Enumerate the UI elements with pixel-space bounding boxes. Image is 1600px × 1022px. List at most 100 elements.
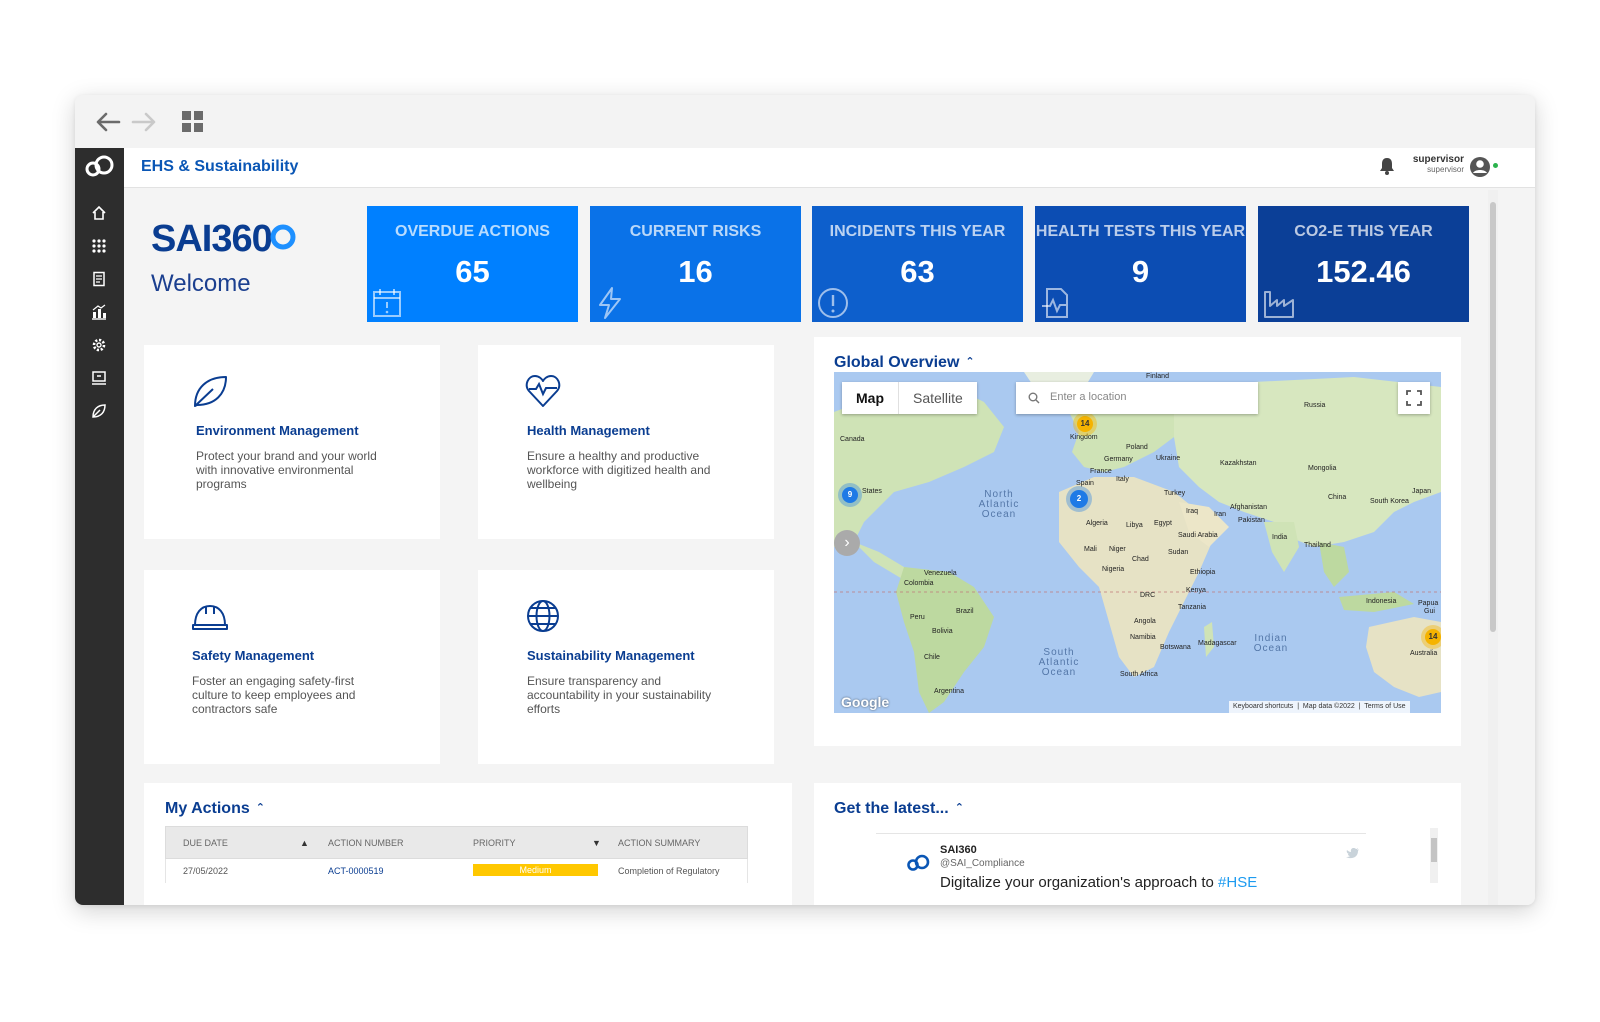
home-icon[interactable] <box>88 202 110 224</box>
tweet[interactable]: SAI360 @SAI_Compliance Digitalize your o… <box>876 833 1366 891</box>
safety-management-card[interactable]: Safety Management Foster an engaging saf… <box>144 570 440 764</box>
map-label: Turkey <box>1164 490 1186 497</box>
map-label: Niger <box>1109 546 1126 553</box>
map-cluster-marker[interactable]: 2 <box>1070 490 1088 508</box>
user-info[interactable]: supervisor supervisor <box>1409 154 1464 174</box>
browser-toolbar <box>75 95 1535 148</box>
map-cluster-marker[interactable]: 14 <box>1077 416 1093 432</box>
avatar-icon[interactable] <box>1469 156 1491 183</box>
module-title: Health Management <box>527 423 650 438</box>
kpi-value: 65 <box>455 254 490 289</box>
priority-badge: Medium <box>473 864 598 876</box>
module-title: Environment Management <box>196 423 359 438</box>
hard-hat-icon <box>191 597 229 635</box>
svg-text:SAI360: SAI360 <box>151 218 272 259</box>
map-label: Ethiopia <box>1190 569 1216 576</box>
app-title: EHS & Sustainability <box>141 158 299 175</box>
exclamation-circle-icon <box>816 286 850 320</box>
kpi-label: HEALTH TESTS THIS YEAR <box>1035 223 1246 240</box>
notification-bell-icon[interactable] <box>1378 156 1396 181</box>
column-header[interactable]: ACTION NUMBER <box>328 838 404 848</box>
tweet-scrollbar[interactable] <box>1430 828 1438 883</box>
map-cluster-marker[interactable]: 14 <box>1425 629 1441 645</box>
sai-avatar-icon <box>905 854 931 877</box>
map-label: Russia <box>1304 402 1326 409</box>
google-watermark: Google <box>841 694 890 710</box>
fullscreen-icon[interactable] <box>1398 382 1430 414</box>
map-label: Indonesia <box>1366 598 1397 605</box>
sort-asc-icon[interactable]: ▲ <box>300 838 309 848</box>
my-actions-title[interactable]: My Actions ⌃ <box>165 800 265 818</box>
column-header[interactable]: PRIORITY <box>473 838 516 848</box>
scrollbar-thumb[interactable] <box>1431 838 1437 862</box>
chevron-right-icon[interactable]: › <box>834 530 860 556</box>
map-land <box>834 372 1441 713</box>
map-label: Bolivia <box>932 628 953 635</box>
map-label: Thailand <box>1304 542 1331 549</box>
map-label: Chile <box>924 654 940 661</box>
actions-table: DUE DATE ▲ ACTION NUMBER PRIORITY ▼ ACTI… <box>165 826 748 883</box>
sidebar <box>75 148 124 905</box>
report-icon[interactable] <box>88 268 110 290</box>
global-overview-title[interactable]: Global Overview ⌃ <box>834 354 975 372</box>
global-overview-panel: Global Overview ⌃ North Atlantic Ocean S… <box>814 337 1461 746</box>
map-label: Poland <box>1126 444 1148 451</box>
get-the-latest-panel: Get the latest... ⌃ SAI360 @SAI_Complianc… <box>814 783 1461 905</box>
map-label: Saudi Arabia <box>1178 532 1218 539</box>
world-map[interactable]: North Atlantic Ocean South Atlantic Ocea… <box>834 372 1441 713</box>
location-search-input[interactable]: Enter a location <box>1016 382 1258 414</box>
back-arrow-icon[interactable] <box>95 109 121 135</box>
page-scrollbar[interactable] <box>1488 190 1498 905</box>
module-description: Ensure a healthy and productive workforc… <box>527 449 711 491</box>
settings-gear-icon[interactable] <box>88 334 110 356</box>
apps-icon[interactable] <box>88 235 110 257</box>
brand-logo: SAI360 <box>151 217 301 264</box>
hashtag-link[interactable]: #HSE <box>1218 874 1257 891</box>
kpi-overdue-actions[interactable]: OVERDUE ACTIONS 65 <box>367 206 578 322</box>
column-header[interactable]: DUE DATE <box>183 838 228 848</box>
tweet-text: Digitalize your organization's approach … <box>940 874 1258 891</box>
tweet-handle[interactable]: @SAI_Compliance <box>940 858 1025 869</box>
get-the-latest-title[interactable]: Get the latest... ⌃ <box>834 800 964 818</box>
forward-arrow-icon[interactable] <box>131 109 157 135</box>
twitter-bird-icon[interactable] <box>1346 846 1360 864</box>
app-header: EHS & Sustainability supervisor supervis… <box>124 148 1535 188</box>
collapse-chevron-icon[interactable]: ⌃ <box>256 802 265 814</box>
map-cluster-marker[interactable]: 9 <box>842 487 858 503</box>
action-number-link[interactable]: ACT-0000519 <box>328 866 384 876</box>
kpi-health-tests-this-year[interactable]: HEALTH TESTS THIS YEAR 9 <box>1035 206 1246 322</box>
terms-link[interactable]: Terms of Use <box>1364 703 1405 710</box>
environment-management-card[interactable]: Environment Management Protect your bran… <box>144 345 440 539</box>
leaf-icon <box>191 372 229 410</box>
apps-grid-icon[interactable] <box>180 109 206 135</box>
collapse-chevron-icon[interactable]: ⌃ <box>955 802 964 814</box>
map-label: Finland <box>1146 373 1169 380</box>
map-label: Japan <box>1412 488 1432 495</box>
column-header[interactable]: ACTION SUMMARY <box>618 838 700 848</box>
map-tab[interactable]: Map <box>842 382 898 414</box>
monitor-icon[interactable] <box>88 367 110 389</box>
map-label: Mongolia <box>1308 465 1337 472</box>
tweet-account[interactable]: SAI360 <box>940 844 977 856</box>
leaf-nav-icon[interactable] <box>88 400 110 422</box>
ocean-label: Indian Ocean <box>1253 633 1289 654</box>
satellite-tab[interactable]: Satellite <box>898 382 977 414</box>
health-management-card[interactable]: Health Management Ensure a healthy and p… <box>478 345 774 539</box>
keyboard-shortcuts-link[interactable]: Keyboard shortcuts <box>1233 703 1293 710</box>
table-row[interactable]: 27/05/2022 ACT-0000519 Medium Completion… <box>165 859 748 883</box>
kpi-incidents-this-year[interactable]: INCIDENTS THIS YEAR 63 <box>812 206 1023 322</box>
analytics-icon[interactable] <box>88 301 110 323</box>
map-label: Namibia <box>1130 634 1156 641</box>
map-label: Venezuela <box>924 570 957 577</box>
sai-logo-icon[interactable] <box>82 154 116 180</box>
sustainability-management-card[interactable]: Sustainability Management Ensure transpa… <box>478 570 774 764</box>
sort-desc-icon[interactable]: ▼ <box>592 838 601 848</box>
kpi-co2e-this-year[interactable]: CO2-E THIS YEAR 152.46 <box>1258 206 1469 322</box>
collapse-chevron-icon[interactable]: ⌃ <box>965 356 974 368</box>
scrollbar-thumb[interactable] <box>1490 202 1496 632</box>
kpi-label: OVERDUE ACTIONS <box>395 223 550 240</box>
kpi-current-risks[interactable]: CURRENT RISKS 16 <box>590 206 801 322</box>
map-label: Spain <box>1076 480 1094 487</box>
map-label: Libya <box>1126 522 1143 529</box>
search-icon <box>1028 391 1040 409</box>
